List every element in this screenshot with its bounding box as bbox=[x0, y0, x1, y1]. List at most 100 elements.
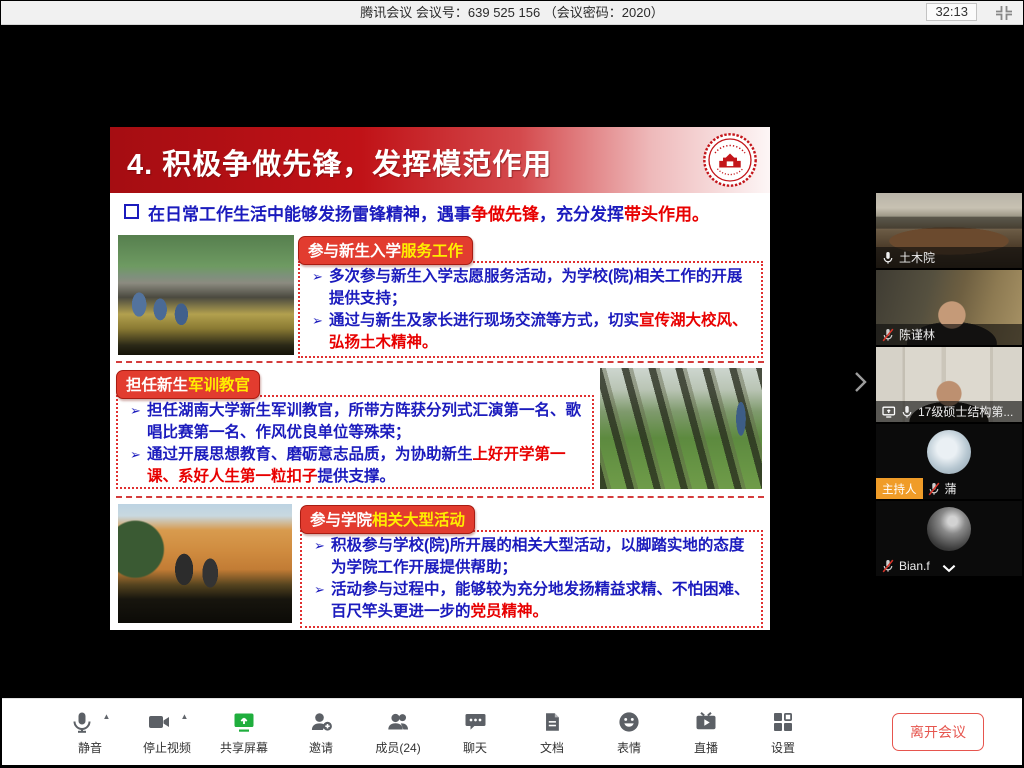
bullet-item: ➢积极参与学校(院)所开展的相关大型活动，以脚踏实地的态度为学院工作开展提供帮助… bbox=[308, 535, 755, 579]
screen-sharing-indicator-icon bbox=[882, 406, 896, 418]
participant-name: 土木院 bbox=[899, 249, 935, 266]
bullet-item: ➢通过开展思想教育、磨砺意志品质，为协助新生上好开学第一课、系好人生第一粒扣子提… bbox=[124, 444, 586, 488]
participant-tile[interactable]: 17级硕士结构第... bbox=[876, 347, 1022, 422]
participant-name-bar: 土木院 bbox=[876, 247, 1022, 268]
title-bar: 腾讯会议 会议号：639 525 156 （会议密码：2020） 32:13 bbox=[1, 1, 1023, 25]
bullet-item: ➢多次参与新生入学志愿服务活动，为学校(院)相关工作的开展提供支持； bbox=[306, 266, 755, 310]
bullet-text: 多次参与新生入学志愿服务活动，为学校(院)相关工作的开展提供支持； bbox=[329, 266, 755, 310]
mic-muted-icon bbox=[882, 328, 894, 342]
slide-title: 4. 积极争做先锋，发挥模范作用 bbox=[127, 141, 552, 183]
section-3-badge: 参与学院相关大型活动 bbox=[300, 505, 475, 534]
person-add-icon bbox=[309, 708, 334, 736]
live-icon bbox=[693, 708, 719, 736]
section-2-bullets-box: ➢担任湖南大学新生军训教官，所带方阵获分列式汇演第一名、歌唱比赛第一名、作风优良… bbox=[116, 395, 594, 489]
photo-military-training bbox=[600, 368, 762, 489]
photo-freshmen-bus-volunteers bbox=[118, 235, 294, 355]
toolbar-item-document[interactable]: 文档 bbox=[528, 708, 576, 756]
shared-screen-area: 4. 积极争做先锋，发挥模范作用 在日常工作生活中能够发扬雷锋精神，遇事争做先锋… bbox=[2, 25, 1022, 697]
exit-fullscreen-icon[interactable] bbox=[994, 4, 1014, 22]
section-1-badge: 参与新生入学服务工作 bbox=[298, 236, 473, 265]
participant-avatar bbox=[927, 430, 971, 474]
participant-video-strip: 土木院陈谨林 17级硕士结构第... 主持人 蒲 Bian.f bbox=[876, 193, 1022, 578]
options-caret-icon[interactable]: ▲ bbox=[181, 712, 189, 721]
mic-icon: ▲ bbox=[70, 708, 111, 736]
toolbar-item-label: 聊天 bbox=[463, 739, 487, 756]
bullet-text: 活动参与过程中，能够较为充分地发扬精益求精、不怕困难、百尺竿头更进一步的党员精神… bbox=[331, 579, 755, 623]
toolbar-item-label: 成员(24) bbox=[375, 739, 420, 756]
participant-name: 陈谨林 bbox=[899, 326, 935, 343]
emoji-icon bbox=[617, 708, 641, 736]
options-caret-icon[interactable]: ▲ bbox=[103, 712, 111, 721]
section-2-badge: 担任新生军训教官 bbox=[116, 370, 260, 399]
toolbar-item-label: 文档 bbox=[540, 739, 564, 756]
mic-on-icon bbox=[901, 405, 913, 419]
toolbar-item-live[interactable]: 直播 bbox=[682, 708, 730, 756]
toolbar-item-label: 表情 bbox=[617, 739, 641, 756]
meeting-toolbar: ▲ 静音 ▲ 停止视频 共享屏幕 邀请 成员(24) 聊天 文档 表情 直播 设置 离开会议 bbox=[2, 698, 1022, 765]
toolbar-item-label: 设置 bbox=[771, 739, 795, 756]
chevron-down-icon[interactable] bbox=[942, 564, 957, 573]
presentation-slide: 4. 积极争做先锋，发挥模范作用 在日常工作生活中能够发扬雷锋精神，遇事争做先锋… bbox=[110, 127, 770, 630]
slide-intro-line: 在日常工作生活中能够发扬雷锋精神，遇事争做先锋，充分发挥带头作用。 bbox=[124, 203, 764, 227]
dashed-separator bbox=[116, 361, 764, 363]
bullet-item: ➢通过与新生及家长进行现场交流等方式，切实宣传湖大校风、弘扬土木精神。 bbox=[306, 310, 755, 354]
participant-avatar bbox=[927, 507, 971, 551]
bullet-text: 通过开展思想教育、磨砺意志品质，为协助新生上好开学第一课、系好人生第一粒扣子提供… bbox=[147, 444, 586, 488]
slide-header-banner: 4. 积极争做先锋，发挥模范作用 bbox=[110, 127, 770, 193]
tencent-meeting-window: 腾讯会议 会议号：639 525 156 （会议密码：2020） 32:13 4… bbox=[0, 0, 1024, 768]
mic-muted-icon bbox=[928, 482, 940, 496]
participant-tile[interactable]: Bian.f bbox=[876, 501, 1022, 576]
mic-muted-icon bbox=[882, 559, 894, 573]
toolbar-items: ▲ 静音 ▲ 停止视频 共享屏幕 邀请 成员(24) 聊天 文档 表情 直播 设置 bbox=[2, 708, 807, 756]
arrow-bullet-icon: ➢ bbox=[308, 579, 331, 623]
members-icon bbox=[385, 708, 411, 736]
toolbar-item-label: 静音 bbox=[78, 739, 102, 756]
document-icon bbox=[541, 708, 563, 736]
participant-name: Bian.f bbox=[899, 559, 930, 573]
photo-campus-event bbox=[118, 504, 292, 623]
toolbar-item-screen-share[interactable]: 共享屏幕 bbox=[220, 708, 268, 756]
chat-icon bbox=[463, 708, 488, 736]
intro-text: 在日常工作生活中能够发扬雷锋精神，遇事争做先锋，充分发挥带头作用。 bbox=[148, 205, 709, 224]
arrow-bullet-icon: ➢ bbox=[306, 266, 329, 310]
participant-name: 蒲 bbox=[945, 480, 957, 497]
square-bullet-icon bbox=[124, 204, 139, 219]
participant-name-bar: 17级硕士结构第... bbox=[876, 401, 1022, 422]
toolbar-item-label: 直播 bbox=[694, 739, 718, 756]
toolbar-item-members[interactable]: 成员(24) bbox=[374, 708, 422, 756]
toolbar-item-person-add[interactable]: 邀请 bbox=[297, 708, 345, 756]
toolbar-item-mic[interactable]: ▲ 静音 bbox=[66, 708, 114, 756]
university-seal-logo bbox=[702, 132, 758, 188]
toolbar-item-label: 停止视频 bbox=[143, 739, 191, 756]
meeting-title: 腾讯会议 会议号：639 525 156 （会议密码：2020） bbox=[1, 1, 1023, 24]
host-badge: 主持人 bbox=[876, 478, 923, 499]
toolbar-item-label: 共享屏幕 bbox=[220, 739, 268, 756]
screen-share-icon bbox=[231, 708, 257, 736]
participant-tile[interactable]: 陈谨林 bbox=[876, 270, 1022, 345]
bullet-text: 通过与新生及家长进行现场交流等方式，切实宣传湖大校风、弘扬土木精神。 bbox=[329, 310, 755, 354]
arrow-bullet-icon: ➢ bbox=[124, 400, 147, 444]
toolbar-item-settings[interactable]: 设置 bbox=[759, 708, 807, 756]
participant-name-bar: 陈谨林 bbox=[876, 324, 1022, 345]
toolbar-item-camera[interactable]: ▲ 停止视频 bbox=[143, 708, 191, 756]
chevron-right-icon[interactable] bbox=[854, 371, 870, 397]
meeting-timer: 32:13 bbox=[926, 3, 977, 21]
toolbar-item-emoji[interactable]: 表情 bbox=[605, 708, 653, 756]
settings-icon bbox=[771, 708, 795, 736]
section-3-bullets-box: ➢积极参与学校(院)所开展的相关大型活动，以脚踏实地的态度为学院工作开展提供帮助… bbox=[300, 530, 763, 628]
leave-meeting-button[interactable]: 离开会议 bbox=[892, 713, 984, 751]
participant-name: 17级硕士结构第... bbox=[918, 403, 1013, 420]
participant-tile[interactable]: 主持人 蒲 bbox=[876, 424, 1022, 499]
participant-name-bar: 主持人 蒲 bbox=[876, 478, 1022, 499]
camera-icon: ▲ bbox=[146, 708, 189, 736]
bullet-text: 担任湖南大学新生军训教官，所带方阵获分列式汇演第一名、歌唱比赛第一名、作风优良单… bbox=[147, 400, 586, 444]
mic-on-icon bbox=[882, 251, 894, 265]
bullet-text: 积极参与学校(院)所开展的相关大型活动，以脚踏实地的态度为学院工作开展提供帮助； bbox=[331, 535, 755, 579]
section-1-bullets-box: ➢多次参与新生入学志愿服务活动，为学校(院)相关工作的开展提供支持；➢通过与新生… bbox=[298, 261, 763, 358]
bullet-item: ➢活动参与过程中，能够较为充分地发扬精益求精、不怕困难、百尺竿头更进一步的党员精… bbox=[308, 579, 755, 623]
toolbar-item-chat[interactable]: 聊天 bbox=[451, 708, 499, 756]
toolbar-item-label: 邀请 bbox=[309, 739, 333, 756]
participant-tile[interactable]: 土木院 bbox=[876, 193, 1022, 268]
arrow-bullet-icon: ➢ bbox=[306, 310, 329, 354]
arrow-bullet-icon: ➢ bbox=[124, 444, 147, 488]
